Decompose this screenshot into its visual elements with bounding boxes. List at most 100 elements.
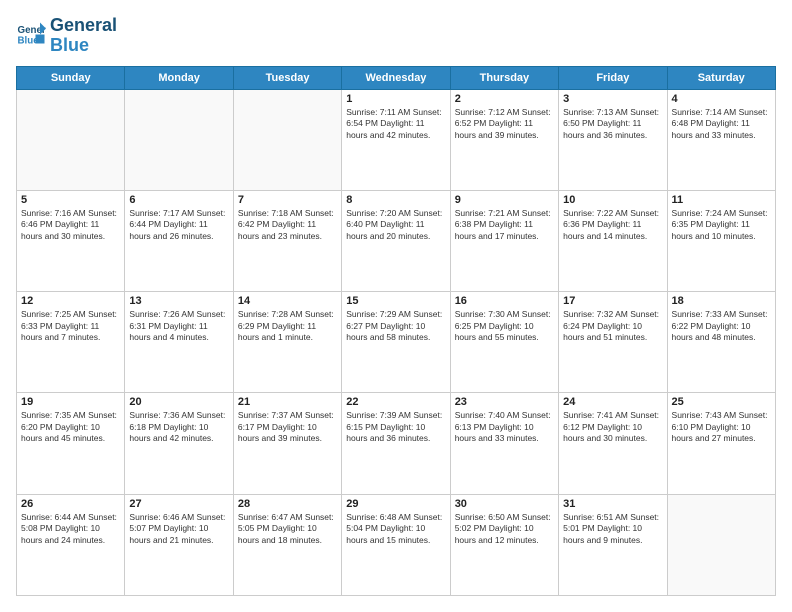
day-number: 3 [563, 93, 662, 105]
calendar-cell: 8Sunrise: 7:20 AM Sunset: 6:40 PM Daylig… [342, 190, 450, 291]
cell-info: Sunrise: 7:39 AM Sunset: 6:15 PM Dayligh… [346, 410, 445, 444]
day-number: 19 [21, 396, 120, 408]
calendar-cell: 15 Sunrise: 7:29 AM Sunset: 6:27 PM Dayli… [342, 292, 450, 393]
cell-info: Sunrise: 7:43 AM Sunset: 6:10 PM Dayligh… [672, 410, 771, 444]
logo-line1: General [50, 16, 117, 36]
cell-info: Sunrise: 7:13 AM Sunset: 6:50 PM Dayligh… [563, 107, 662, 141]
day-number: 13 [129, 295, 228, 307]
calendar-cell: 7 Sunrise: 7:18 AM Sunset: 6:42 PM Daylig… [233, 190, 341, 291]
logo-text: GeneralBlue [50, 16, 117, 56]
day-header-thursday: Thursday [450, 66, 558, 89]
calendar-cell: 20 Sunrise: 7:36 AM Sunset: 6:18 PM Dayli… [125, 393, 233, 494]
day-number: 6 [129, 194, 228, 206]
cell-info: Sunrise: 7:18 AM Sunset: 6:42 PM Dayligh… [238, 208, 337, 242]
day-number: 30 [455, 498, 554, 510]
logo: General Blue GeneralBlue [16, 16, 117, 56]
calendar-cell: 5 Sunrise: 7:16 AM Sunset: 6:46 PM Daylig… [17, 190, 125, 291]
day-number: 4 [672, 93, 771, 105]
day-number: 9 [455, 194, 554, 206]
cell-info: Sunrise: 7:11 AM Sunset: 6:54 PM Dayligh… [346, 107, 445, 141]
cell-info: Sunrise: 7:37 AM Sunset: 6:17 PM Dayligh… [238, 410, 337, 444]
calendar-cell: 6 Sunrise: 7:17 AM Sunset: 6:44 PM Daylig… [125, 190, 233, 291]
calendar-week-3: 12Sunrise: 7:25 AM Sunset: 6:33 PM Dayli… [17, 292, 776, 393]
day-number: 8 [346, 194, 445, 206]
calendar-cell: 16 Sunrise: 7:30 AM Sunset: 6:25 PM Dayli… [450, 292, 558, 393]
calendar-cell: 18Sunrise: 7:33 AM Sunset: 6:22 PM Dayli… [667, 292, 775, 393]
day-number: 22 [346, 396, 445, 408]
day-number: 11 [672, 194, 771, 206]
cell-info: Sunrise: 7:41 AM Sunset: 6:12 PM Dayligh… [563, 410, 662, 444]
calendar-cell: 24 Sunrise: 7:41 AM Sunset: 6:12 PM Dayli… [559, 393, 667, 494]
calendar-week-5: 26 Sunrise: 6:44 AM Sunset: 5:08 PM Dayli… [17, 494, 776, 595]
calendar-cell: 14 Sunrise: 7:28 AM Sunset: 6:29 PM Dayli… [233, 292, 341, 393]
calendar-cell: 3 Sunrise: 7:13 AM Sunset: 6:50 PM Daylig… [559, 89, 667, 190]
day-number: 26 [21, 498, 120, 510]
day-number: 24 [563, 396, 662, 408]
calendar-cell: 27 Sunrise: 6:46 AM Sunset: 5:07 PM Dayli… [125, 494, 233, 595]
calendar-cell: 13Sunrise: 7:26 AM Sunset: 6:31 PM Dayli… [125, 292, 233, 393]
header: General Blue GeneralBlue [16, 16, 776, 56]
day-header-friday: Friday [559, 66, 667, 89]
calendar: SundayMondayTuesdayWednesdayThursdayFrid… [16, 66, 776, 596]
calendar-cell: 25 Sunrise: 7:43 AM Sunset: 6:10 PM Dayli… [667, 393, 775, 494]
day-number: 14 [238, 295, 337, 307]
day-number: 17 [563, 295, 662, 307]
day-number: 16 [455, 295, 554, 307]
cell-info: Sunrise: 7:28 AM Sunset: 6:29 PM Dayligh… [238, 309, 337, 343]
calendar-cell: 1 Sunrise: 7:11 AM Sunset: 6:54 PM Daylig… [342, 89, 450, 190]
cell-info: Sunrise: 6:46 AM Sunset: 5:07 PM Dayligh… [129, 512, 228, 546]
cell-info: Sunrise: 7:17 AM Sunset: 6:44 PM Dayligh… [129, 208, 228, 242]
calendar-cell [233, 89, 341, 190]
cell-info: Sunrise: 7:12 AM Sunset: 6:52 PM Dayligh… [455, 107, 554, 141]
cell-info: Sunrise: 6:44 AM Sunset: 5:08 PM Dayligh… [21, 512, 120, 546]
calendar-cell: 19 Sunrise: 7:35 AM Sunset: 6:20 PM Dayli… [17, 393, 125, 494]
cell-info: Sunrise: 7:21 AM Sunset: 6:38 PM Dayligh… [455, 208, 554, 242]
cell-info: Sunrise: 7:30 AM Sunset: 6:25 PM Dayligh… [455, 309, 554, 343]
calendar-cell: 28Sunrise: 6:47 AM Sunset: 5:05 PM Dayli… [233, 494, 341, 595]
calendar-week-4: 19 Sunrise: 7:35 AM Sunset: 6:20 PM Dayli… [17, 393, 776, 494]
logo-line2: Blue [50, 36, 117, 56]
calendar-cell [667, 494, 775, 595]
day-number: 29 [346, 498, 445, 510]
day-header-saturday: Saturday [667, 66, 775, 89]
day-number: 20 [129, 396, 228, 408]
day-number: 21 [238, 396, 337, 408]
cell-info: Sunrise: 6:47 AM Sunset: 5:05 PM Dayligh… [238, 512, 337, 546]
cell-info: Sunrise: 7:22 AM Sunset: 6:36 PM Dayligh… [563, 208, 662, 242]
day-header-monday: Monday [125, 66, 233, 89]
day-number: 5 [21, 194, 120, 206]
cell-info: Sunrise: 7:35 AM Sunset: 6:20 PM Dayligh… [21, 410, 120, 444]
calendar-cell: 9 Sunrise: 7:21 AM Sunset: 6:38 PM Daylig… [450, 190, 558, 291]
calendar-cell [17, 89, 125, 190]
cell-info: Sunrise: 7:14 AM Sunset: 6:48 PM Dayligh… [672, 107, 771, 141]
day-number: 25 [672, 396, 771, 408]
calendar-cell: 12Sunrise: 7:25 AM Sunset: 6:33 PM Dayli… [17, 292, 125, 393]
calendar-cell: 31Sunrise: 6:51 AM Sunset: 5:01 PM Dayli… [559, 494, 667, 595]
cell-info: Sunrise: 7:25 AM Sunset: 6:33 PM Dayligh… [21, 309, 120, 343]
day-number: 27 [129, 498, 228, 510]
calendar-cell: 30 Sunrise: 6:50 AM Sunset: 5:02 PM Dayli… [450, 494, 558, 595]
logo-icon: General Blue [16, 21, 46, 51]
calendar-cell: 23 Sunrise: 7:40 AM Sunset: 6:13 PM Dayli… [450, 393, 558, 494]
calendar-header-row: SundayMondayTuesdayWednesdayThursdayFrid… [17, 66, 776, 89]
day-number: 15 [346, 295, 445, 307]
calendar-cell: 10Sunrise: 7:22 AM Sunset: 6:36 PM Dayli… [559, 190, 667, 291]
cell-info: Sunrise: 7:40 AM Sunset: 6:13 PM Dayligh… [455, 410, 554, 444]
calendar-cell: 2Sunrise: 7:12 AM Sunset: 6:52 PM Daylig… [450, 89, 558, 190]
cell-info: Sunrise: 7:29 AM Sunset: 6:27 PM Dayligh… [346, 309, 445, 343]
calendar-cell: 29Sunrise: 6:48 AM Sunset: 5:04 PM Dayli… [342, 494, 450, 595]
day-number: 31 [563, 498, 662, 510]
cell-info: Sunrise: 7:36 AM Sunset: 6:18 PM Dayligh… [129, 410, 228, 444]
day-number: 7 [238, 194, 337, 206]
day-number: 23 [455, 396, 554, 408]
day-number: 1 [346, 93, 445, 105]
page: General Blue GeneralBlue SundayMondayTue… [0, 0, 792, 612]
cell-info: Sunrise: 7:24 AM Sunset: 6:35 PM Dayligh… [672, 208, 771, 242]
calendar-week-2: 5 Sunrise: 7:16 AM Sunset: 6:46 PM Daylig… [17, 190, 776, 291]
calendar-cell: 4 Sunrise: 7:14 AM Sunset: 6:48 PM Daylig… [667, 89, 775, 190]
calendar-cell: 11 Sunrise: 7:24 AM Sunset: 6:35 PM Dayli… [667, 190, 775, 291]
day-header-sunday: Sunday [17, 66, 125, 89]
cell-info: Sunrise: 6:50 AM Sunset: 5:02 PM Dayligh… [455, 512, 554, 546]
cell-info: Sunrise: 7:16 AM Sunset: 6:46 PM Dayligh… [21, 208, 120, 242]
day-header-wednesday: Wednesday [342, 66, 450, 89]
